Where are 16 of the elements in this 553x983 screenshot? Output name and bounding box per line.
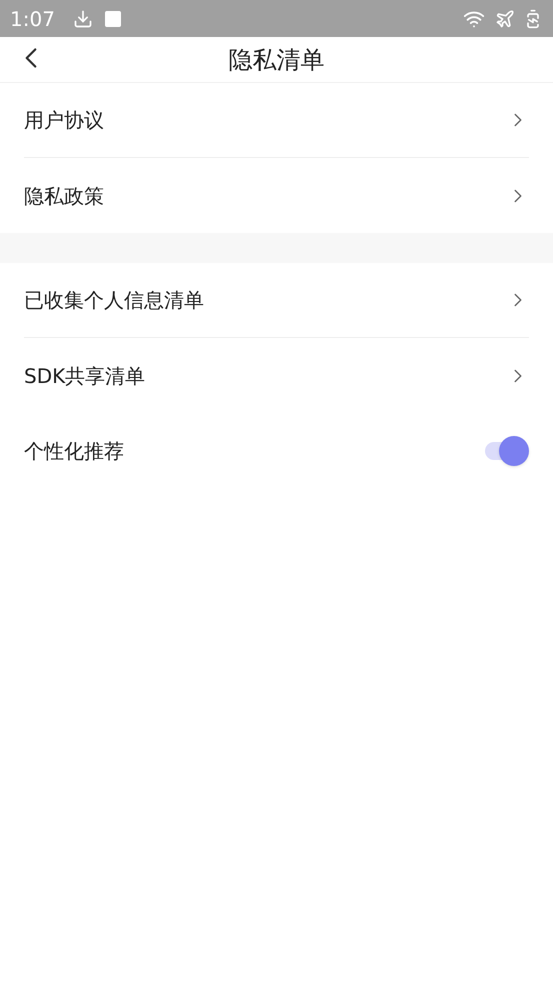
app-icon: [104, 10, 121, 26]
settings-row[interactable]: 个性化推荐: [24, 413, 529, 488]
settings-row[interactable]: 已收集个人信息清单: [24, 263, 529, 338]
status-time: 1:07: [10, 6, 55, 32]
toggle-switch[interactable]: [483, 436, 529, 466]
row-label: 隐私政策: [24, 182, 105, 210]
settings-row[interactable]: 用户协议: [24, 83, 529, 158]
airplane-icon: [495, 8, 515, 28]
row-label: 个性化推荐: [24, 438, 125, 464]
row-label: 用户协议: [24, 107, 105, 134]
download-icon: [72, 8, 93, 28]
settings-row[interactable]: SDK共享清单: [24, 338, 529, 413]
page-title: 隐私清单: [228, 44, 324, 76]
row-label: SDK共享清单: [24, 362, 146, 390]
settings-row[interactable]: 隐私政策: [24, 158, 529, 233]
row-label: 已收集个人信息清单: [24, 287, 205, 314]
